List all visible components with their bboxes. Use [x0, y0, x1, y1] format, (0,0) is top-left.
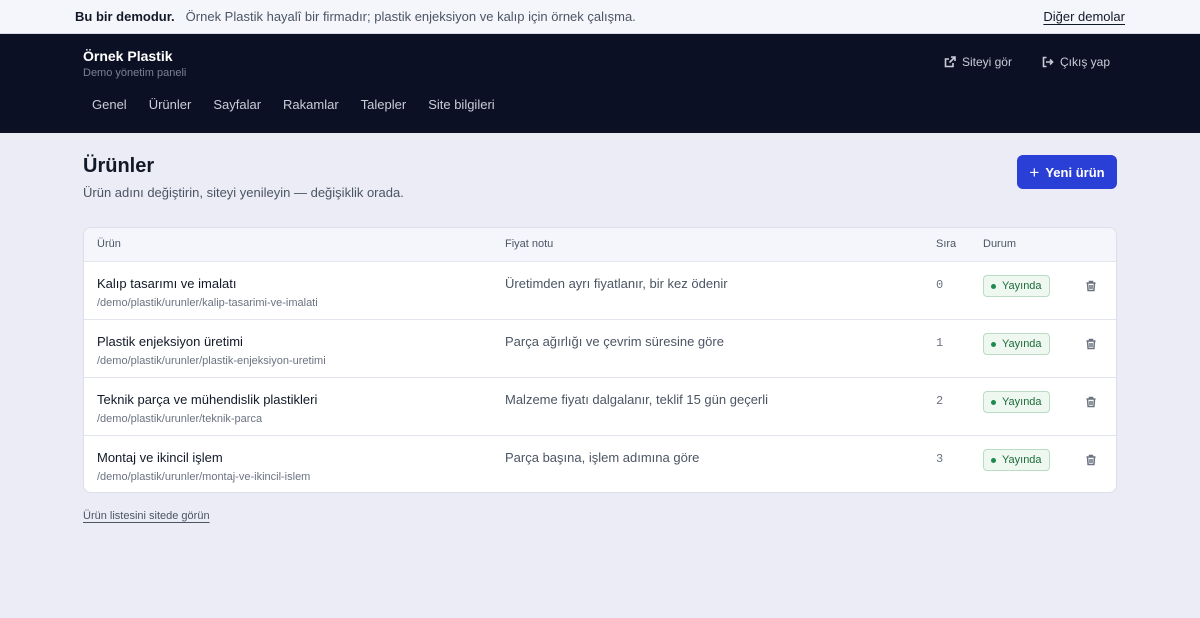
delete-button[interactable] — [1085, 279, 1097, 292]
product-path: /demo/plastik/urunler/montaj-ve-ikincil-… — [97, 471, 311, 483]
status-label: Yayında — [1002, 454, 1042, 466]
nav-item-site-bilgileri[interactable]: Site bilgileri — [417, 96, 505, 114]
delete-button[interactable] — [1085, 395, 1097, 408]
status-dot-icon — [991, 283, 996, 289]
trash-icon — [1086, 338, 1096, 350]
view-product-list-link[interactable]: Ürün listesini sitede görün — [83, 510, 210, 522]
brand: Örnek Plastik Demo yönetim paneli — [83, 48, 186, 79]
demo-label: Bu bir demodur. — [75, 9, 175, 24]
other-demos-link[interactable]: Diğer demolar — [1043, 9, 1125, 24]
product-path: /demo/plastik/urunler/teknik-parca — [97, 413, 263, 425]
order-value: 1 — [936, 336, 944, 350]
trash-icon — [1086, 454, 1096, 466]
page-title: Ürünler — [83, 155, 155, 177]
brand-name: Örnek Plastik — [83, 48, 173, 64]
demo-description: Örnek Plastik hayalî bir firmadır; plast… — [185, 9, 636, 24]
product-name[interactable]: Teknik parça ve mühendislik plastikleri — [97, 392, 317, 407]
nav-item-urunler[interactable]: Ürünler — [138, 96, 203, 114]
delete-button[interactable] — [1085, 337, 1097, 350]
brand-subtitle: Demo yönetim paneli — [83, 67, 187, 79]
price-note: Parça başına, işlem adımına göre — [505, 450, 700, 465]
column-header-price-note[interactable]: Fiyat notu — [505, 238, 553, 250]
view-site-label: Siteyi gör — [961, 55, 1012, 69]
status-badge: Yayında — [983, 391, 1050, 413]
header-actions: Siteyi gör Çıkış yap — [944, 55, 1110, 69]
order-value: 2 — [936, 394, 944, 408]
table-row[interactable]: Teknik parça ve mühendislik plastikleri … — [84, 378, 1116, 436]
status-label: Yayında — [1002, 280, 1042, 292]
table-row[interactable]: Montaj ve ikincil işlem /demo/plastik/ur… — [84, 436, 1116, 492]
price-note: Parça ağırlığı ve çevrim süresine göre — [505, 334, 724, 349]
status-dot-icon — [991, 399, 996, 405]
plus-icon: + — [1029, 162, 1040, 182]
product-path: /demo/plastik/urunler/plastik-enjeksiyon… — [97, 355, 326, 367]
product-name[interactable]: Montaj ve ikincil işlem — [97, 450, 223, 465]
order-value: 0 — [936, 278, 944, 292]
nav-item-rakamlar[interactable]: Rakamlar — [272, 96, 350, 114]
main-nav: Genel Ürünler Sayfalar Rakamlar Talepler… — [81, 96, 506, 114]
logout-button[interactable]: Çıkış yap — [1042, 55, 1110, 69]
status-label: Yayında — [1002, 338, 1042, 350]
product-name[interactable]: Plastik enjeksiyon üretimi — [97, 334, 243, 349]
status-label: Yayında — [1002, 396, 1042, 408]
table-row[interactable]: Kalıp tasarımı ve imalatı /demo/plastik/… — [84, 262, 1116, 320]
delete-button[interactable] — [1085, 453, 1097, 466]
price-note: Malzeme fiyatı dalgalanır, teklif 15 gün… — [505, 392, 769, 407]
trash-icon — [1086, 280, 1096, 292]
top-header: Örnek Plastik Demo yönetim paneli Siteyi… — [0, 34, 1200, 133]
column-header-product[interactable]: Ürün — [97, 238, 121, 250]
demo-banner: Bu bir demodur. Örnek Plastik hayalî bir… — [0, 0, 1200, 34]
trash-icon — [1086, 396, 1096, 408]
status-badge: Yayında — [983, 449, 1050, 471]
column-header-order[interactable]: Sıra — [936, 238, 956, 250]
external-link-icon — [944, 56, 956, 68]
column-header-status[interactable]: Durum — [983, 238, 1016, 250]
logout-icon — [1042, 56, 1054, 68]
order-value: 3 — [936, 452, 944, 466]
view-site-button[interactable]: Siteyi gör — [944, 55, 1012, 69]
nav-item-genel[interactable]: Genel — [81, 96, 138, 114]
table-header: Ürün Fiyat notu Sıra Durum — [84, 228, 1116, 262]
nav-item-talepler[interactable]: Talepler — [350, 96, 418, 114]
status-badge: Yayında — [983, 275, 1050, 297]
new-product-button[interactable]: + Yeni ürün — [1017, 155, 1117, 189]
table-row[interactable]: Plastik enjeksiyon üretimi /demo/plastik… — [84, 320, 1116, 378]
product-path: /demo/plastik/urunler/kalip-tasarimi-ve-… — [97, 297, 318, 309]
page-header: Ürünler Ürün adını değiştirin, siteyi ye… — [83, 133, 1117, 227]
price-note: Üretimden ayrı fiyatlanır, bir kez ödeni… — [505, 276, 728, 291]
product-name[interactable]: Kalıp tasarımı ve imalatı — [97, 276, 236, 291]
new-product-label: Yeni ürün — [1045, 164, 1105, 180]
status-dot-icon — [991, 457, 996, 463]
status-badge: Yayında — [983, 333, 1050, 355]
main-content: Ürünler Ürün adını değiştirin, siteyi ye… — [0, 133, 1200, 524]
nav-item-sayfalar[interactable]: Sayfalar — [202, 96, 272, 114]
products-table: Ürün Fiyat notu Sıra Durum Kalıp tasarım… — [83, 227, 1117, 493]
page-subtitle: Ürün adını değiştirin, siteyi yenileyin … — [83, 185, 404, 200]
status-dot-icon — [991, 341, 996, 347]
logout-label: Çıkış yap — [1059, 55, 1110, 69]
demo-banner-text: Bu bir demodur. Örnek Plastik hayalî bir… — [75, 9, 636, 24]
